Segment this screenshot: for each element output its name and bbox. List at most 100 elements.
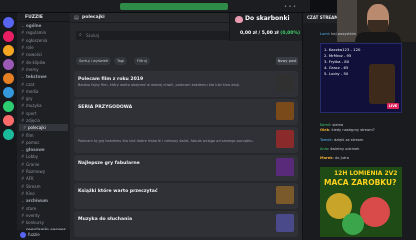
stream-notice-bar[interactable] <box>120 3 228 10</box>
username: fuzzie <box>28 232 40 237</box>
chat-username[interactable]: Ania <box>320 147 328 151</box>
server-icon[interactable] <box>3 59 14 70</box>
channel-label: konkursy <box>26 220 44 226</box>
channel-label: Lobby <box>26 154 39 160</box>
banner-artwork <box>369 64 395 104</box>
server-icon[interactable] <box>3 73 14 84</box>
search-placeholder: Szukaj <box>86 33 99 38</box>
channel-label: ogólne <box>26 23 42 29</box>
channel-item[interactable]: # stare <box>17 204 70 211</box>
forum-post[interactable]: SERIA PRZYGODOWA <box>74 99 298 125</box>
channel-label: Kino <box>26 190 35 196</box>
forum-icon: ▤ <box>74 15 79 21</box>
chat-message: Olek: kiedy następny stream? <box>320 128 375 133</box>
channel-label: archiwum <box>26 198 48 204</box>
post-title: Polecam film z roku 2019 <box>78 77 144 82</box>
post-thumbnail[interactable] <box>276 74 294 92</box>
channel-item[interactable]: # Lobby <box>17 153 70 160</box>
channel-category[interactable]: ⌄ ogólne <box>17 22 70 29</box>
post-thumbnail[interactable] <box>276 214 294 232</box>
leaderboard-entry: 3. Frytka - 80 <box>324 59 350 64</box>
chat-username[interactable]: Tomek <box>320 138 332 142</box>
server-icon[interactable] <box>3 17 14 28</box>
post-preview: Bardzo fajny film, który warto obejrzeć … <box>78 83 241 87</box>
filter-button[interactable]: Filtruj <box>134 57 150 65</box>
channel-item[interactable]: # AFK <box>17 175 70 182</box>
sort-button[interactable]: Sortuj i wyświetl <box>76 57 112 65</box>
channel-item[interactable]: # czat <box>17 80 70 87</box>
channel-item[interactable]: # Kino <box>17 190 70 197</box>
donation-amount-text: 0,00 zł / 5,00 zł <box>240 31 279 36</box>
tags-button[interactable]: Tagi <box>114 57 128 65</box>
post-preview: Polecam tę grę każdemu kto lubi dobre hi… <box>78 139 254 143</box>
forum-post[interactable]: Książki które warto przeczytać <box>74 183 298 209</box>
chat-username[interactable]: Lumi <box>320 32 329 36</box>
chat-text: kiedy następny stream? <box>331 128 375 132</box>
channel-label: nowości <box>26 52 43 58</box>
channel-category[interactable]: ⌄ archiwum <box>17 197 70 204</box>
post-thumbnail[interactable] <box>276 102 294 120</box>
channel-label: czat <box>26 81 35 87</box>
chat-username[interactable]: Kamil <box>320 123 330 127</box>
forum-post[interactable]: Muzyka do słuchania <box>74 211 298 237</box>
post-thumbnail[interactable] <box>276 158 294 176</box>
channel-item[interactable]: # eventy <box>17 212 70 219</box>
channel-item[interactable]: # polecajki <box>19 124 68 132</box>
post-title: Muzyka do słuchania <box>78 217 133 222</box>
donation-widget: Do skarbonki 0,00 zł / 5,00 zł (0,00%) <box>229 13 302 41</box>
more-icon[interactable]: • • • <box>284 4 296 10</box>
donation-amount: 0,00 zł / 5,00 zł (0,00%) <box>240 31 300 36</box>
forum-post[interactable]: Polecam tę grę każdemu kto lubi dobre hi… <box>74 127 298 153</box>
channel-label: Rozmowy <box>26 169 46 175</box>
channel-item[interactable]: # sport <box>17 110 70 117</box>
channel-item[interactable]: # do-klipów <box>17 58 70 65</box>
channel-item[interactable]: # zdjęcia <box>17 117 70 124</box>
channel-item[interactable]: # ogłoszenia <box>17 37 70 44</box>
post-thumbnail[interactable] <box>276 130 294 148</box>
channel-item[interactable]: # konkursy <box>17 219 70 226</box>
channel-category[interactable]: ⌄ tekstowe <box>17 73 70 80</box>
channel-item[interactable]: # regulamin <box>17 29 70 36</box>
post-title: Książki które warto przeczytać <box>78 189 158 194</box>
donation-percent: (0,00%) <box>280 31 301 36</box>
chat-username[interactable]: Olek <box>320 128 329 132</box>
server-icon[interactable] <box>3 115 14 126</box>
event-subtitle: MACA ZAROBKU? <box>324 178 397 187</box>
chat-message: Tomek: dzięki za stream <box>320 138 363 143</box>
avatar[interactable] <box>20 232 26 238</box>
chat-username[interactable]: Marek <box>320 156 333 160</box>
channel-label: media <box>26 88 39 94</box>
server-icon[interactable] <box>3 129 14 140</box>
server-name[interactable]: FUZZIE <box>17 13 70 22</box>
server-icon[interactable] <box>3 101 14 112</box>
channel-item[interactable]: # Rozmowy <box>17 168 70 175</box>
channel-item[interactable]: # Granie <box>17 161 70 168</box>
forum-post[interactable]: Najlepsze gry fabularne <box>74 155 298 181</box>
channel-item[interactable]: # role <box>17 44 70 51</box>
server-icon[interactable] <box>3 45 14 56</box>
channel-item[interactable]: # film <box>17 131 70 138</box>
server-icon[interactable] <box>3 87 14 98</box>
leaderboard-entry: 1. Kaczka123 - 120 <box>324 47 361 52</box>
channel-item[interactable]: # Stream <box>17 183 70 190</box>
channel-label: do-klipów <box>26 59 46 65</box>
new-post-button[interactable]: Nowy post <box>276 57 298 65</box>
channel-category[interactable]: ⌄ głosowe <box>17 146 70 153</box>
channel-item[interactable]: # muzyka <box>17 102 70 109</box>
channel-item[interactable]: # pomoc <box>17 139 70 146</box>
forum-post[interactable]: Polecam film z roku 2019 Bardzo fajny fil… <box>74 71 298 97</box>
post-title: Najlepsze gry fabularne <box>78 161 140 166</box>
channel-rows: ⌄ ogólne # regulamin # ogłoszenia # role # nowośc… <box>17 22 70 234</box>
server-icon[interactable] <box>3 31 14 42</box>
channel-item[interactable]: # nowości <box>17 51 70 58</box>
chat-text: dzięki za stream <box>333 138 364 142</box>
event-title: 12H LOMIENIA 2V2 <box>334 170 398 177</box>
channel-label: AFK <box>26 176 34 182</box>
channel-label: pomoc <box>26 139 40 145</box>
post-thumbnail[interactable] <box>276 186 294 204</box>
channel-label: zdjęcia <box>26 118 40 123</box>
channel-item[interactable]: # gry <box>17 95 70 102</box>
channel-item[interactable]: # media <box>17 88 70 95</box>
channel-label: tekstowe <box>26 74 47 80</box>
channel-item[interactable]: # memy <box>17 66 70 73</box>
